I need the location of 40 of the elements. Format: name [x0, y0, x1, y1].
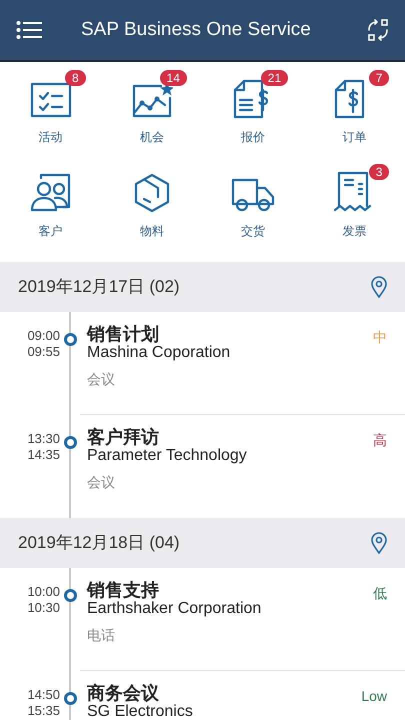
event-title: 销售支持: [87, 579, 160, 601]
shortcut-tile[interactable]: 交货: [202, 168, 304, 262]
checklist-icon: [30, 80, 72, 120]
sync-icon[interactable]: [367, 19, 389, 41]
company-name: SG Electronics: [87, 704, 194, 720]
end-time: 15:35: [27, 703, 60, 719]
event-type: 电话: [87, 626, 116, 645]
app-title: SAP Business One Service: [81, 18, 311, 42]
count-badge: 7: [368, 70, 390, 86]
event-title: 客户拜访: [87, 426, 160, 448]
end-time: 10:30: [27, 600, 60, 616]
event-type: 会议: [87, 370, 116, 389]
event-title: 商务会议: [87, 682, 160, 704]
event-type: 会议: [87, 473, 116, 492]
end-time: 14:35: [27, 447, 60, 463]
count-badge: 8: [64, 70, 86, 86]
company-name: Earthshaker Corporation: [87, 601, 262, 617]
end-time: 09:55: [27, 344, 60, 360]
menu-icon[interactable]: [16, 19, 42, 41]
priority-label: 低: [373, 584, 387, 603]
start-time: 14:50: [27, 687, 60, 703]
shortcut-tile[interactable]: 客户: [0, 168, 102, 262]
start-time: 10:00: [27, 584, 60, 600]
start-time: 13:30: [27, 431, 60, 447]
location-pin-icon[interactable]: [371, 532, 387, 554]
count-badge: 21: [260, 70, 288, 86]
count-badge: 3: [368, 164, 390, 180]
event-title: 销售计划: [87, 323, 160, 345]
priority-label: Low: [361, 687, 387, 706]
company-name: Mashina Coporation: [87, 345, 232, 361]
date-label: 2019年12月17日 (02): [18, 276, 180, 298]
priority-label: 中: [373, 328, 387, 347]
priority-label: 高: [373, 431, 387, 450]
shortcut-tile[interactable]: 物料: [101, 168, 202, 262]
people-icon: [28, 172, 73, 214]
location-pin-icon[interactable]: [371, 276, 387, 298]
count-badge: 14: [160, 70, 187, 86]
start-time: 09:00: [27, 328, 60, 344]
company-name: Parameter Technology: [87, 448, 248, 464]
date-label: 2019年12月18日 (04): [18, 532, 180, 554]
